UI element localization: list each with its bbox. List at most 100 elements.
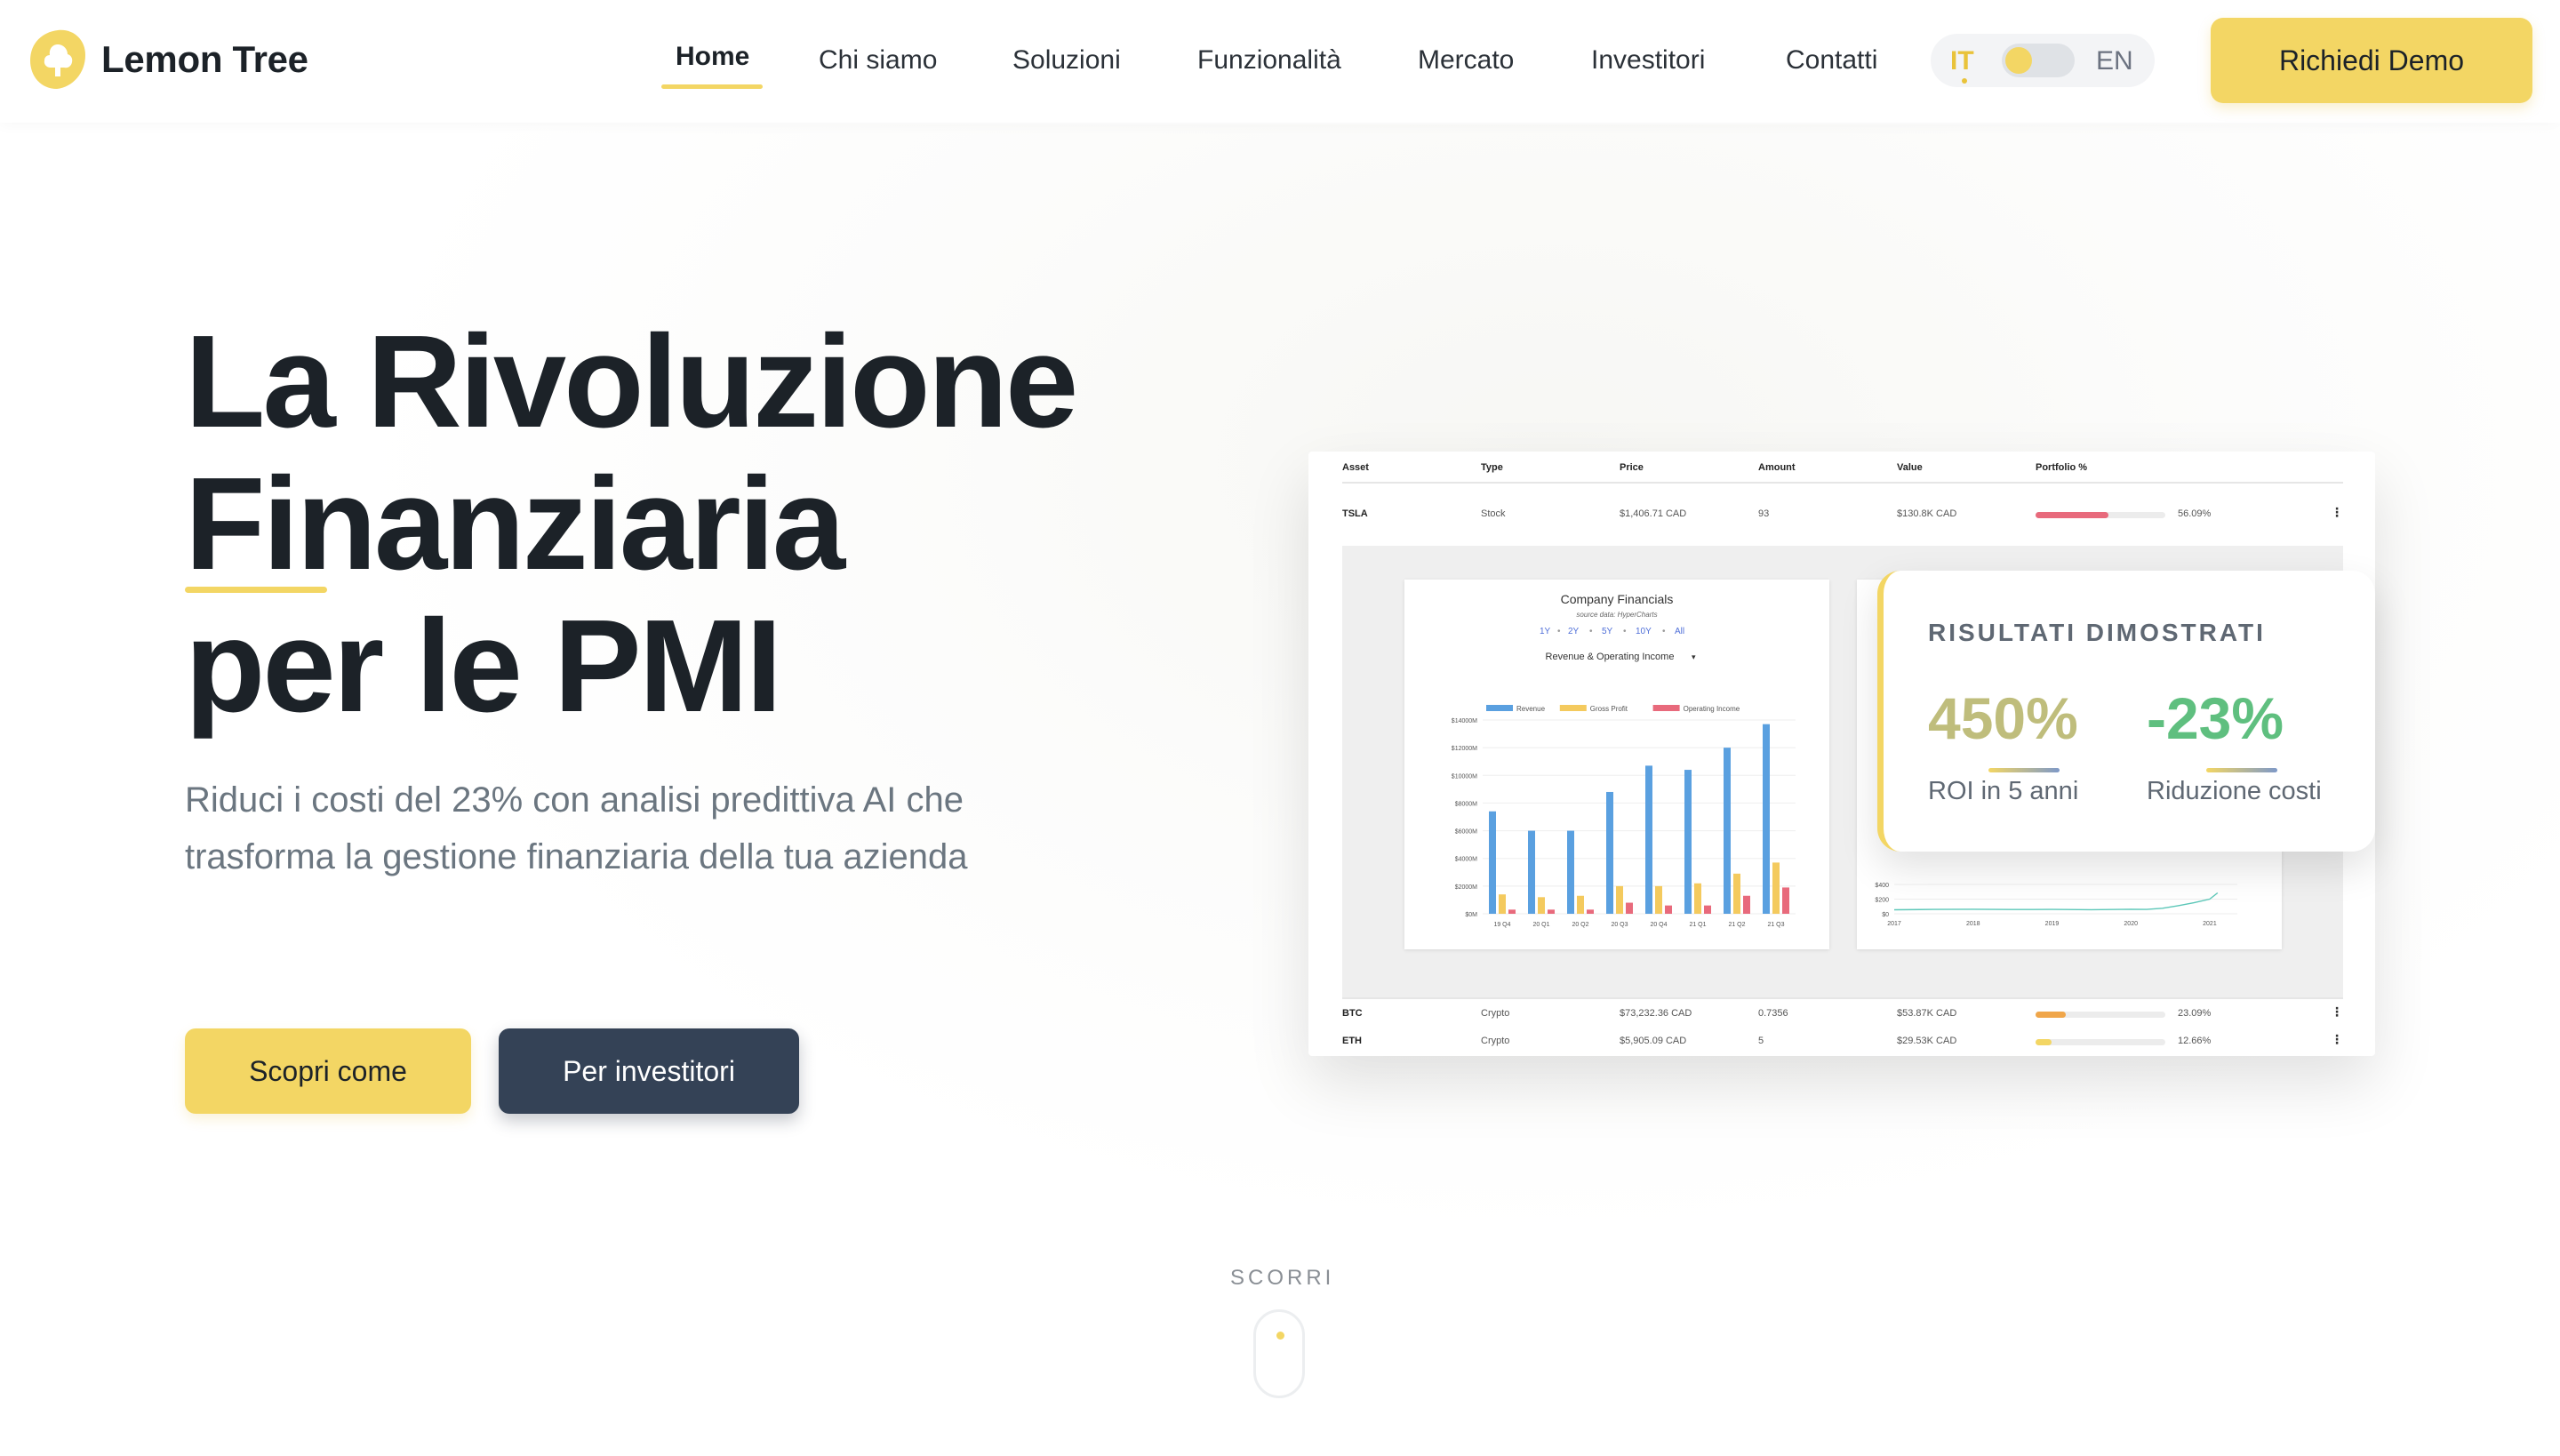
bar-gross-profit (1694, 883, 1701, 914)
portfolio-bar (2036, 1039, 2165, 1045)
x-tick-label: 20 Q3 (1611, 922, 1628, 928)
row-asset: TSLA (1342, 508, 1368, 519)
bar-operating-income (1548, 909, 1555, 914)
lang-switch-knob (2005, 47, 2032, 74)
bar-gross-profit (1538, 897, 1545, 914)
y-tick-label: $400 (1875, 883, 1889, 889)
col-header-value: Value (1897, 462, 1923, 473)
bar-operating-income (1587, 909, 1594, 914)
range-selector[interactable]: 1Y 2Y 5Y 10Y All • • • • (1540, 627, 1684, 636)
hero-title: La Rivoluzione Finanziaria per le PMI (185, 311, 1078, 740)
x-tick-label: 21 Q1 (1689, 922, 1706, 928)
more-vertical-icon[interactable]: ⋮ (2331, 1004, 2343, 1020)
lang-en-label[interactable]: EN (2096, 46, 2133, 76)
bar-revenue (1567, 830, 1574, 914)
portfolio-bar (2036, 512, 2165, 518)
legend-swatch (1559, 705, 1587, 711)
x-tick-label: 19 Q4 (1493, 922, 1510, 928)
range-all[interactable]: All (1675, 627, 1684, 636)
bar-revenue (1528, 830, 1535, 914)
bar-gross-profit (1499, 894, 1506, 914)
row-amount: 5 (1758, 1036, 1764, 1046)
nav-chi-siamo[interactable]: Chi siamo (819, 44, 937, 76)
row-type: Crypto (1481, 1008, 1510, 1019)
x-tick-label: 2018 (1966, 921, 1980, 927)
row-type: Stock (1481, 508, 1506, 519)
legend-label: Gross Profit (1590, 705, 1628, 713)
y-tick-label: $200 (1875, 898, 1889, 904)
row-type: Crypto (1481, 1036, 1510, 1046)
page: Lemon Tree Home Chi siamo Soluzioni Funz… (0, 0, 2560, 1456)
bar-gross-profit (1772, 862, 1780, 914)
lang-switch[interactable] (2002, 44, 2075, 77)
investors-button[interactable]: Per investitori (499, 1028, 799, 1114)
metric-dropdown[interactable]: Revenue & Operating Income (1546, 652, 1675, 662)
bar-gross-profit (1655, 885, 1662, 914)
scroll-mouse-icon[interactable] (1253, 1309, 1305, 1398)
company-financials-card: Company Financials source data: HyperCha… (1404, 580, 1829, 949)
range-separator-dot: • (1557, 627, 1561, 636)
portfolio-bar-fill (2036, 512, 2108, 518)
more-vertical-icon[interactable]: ⋮ (2331, 1032, 2343, 1047)
discover-button[interactable]: Scopri come (185, 1028, 471, 1114)
y-tick-label: $2000M (1455, 884, 1477, 891)
header-divider (1342, 482, 2343, 484)
results-card: RISULTATI DIMOSTRATI 450% ROI in 5 anni … (1877, 571, 2375, 852)
y-tick-label: $14000M (1452, 718, 1477, 724)
col-header-amount: Amount (1758, 462, 1796, 473)
legend-label: Operating Income (1684, 705, 1740, 713)
range-1y[interactable]: 1Y (1540, 627, 1551, 636)
nav-funzionalita[interactable]: Funzionalità (1197, 44, 1341, 76)
nav-contatti[interactable]: Contatti (1786, 44, 1877, 76)
nav-active-indicator (661, 84, 763, 89)
nav-soluzioni[interactable]: Soluzioni (1012, 44, 1121, 76)
site-header: Lemon Tree Home Chi siamo Soluzioni Funz… (0, 0, 2560, 123)
x-tick-label: 21 Q2 (1728, 922, 1745, 928)
brand-logo[interactable]: Lemon Tree (27, 27, 308, 92)
col-header-price: Price (1620, 462, 1644, 473)
nav-mercato[interactable]: Mercato (1418, 44, 1514, 76)
legend-swatch (1652, 705, 1680, 711)
col-header-portfolio: Portfolio % (2036, 462, 2088, 473)
roi-value: 450% (1928, 685, 2078, 751)
range-separator-dot: • (1662, 627, 1666, 636)
brand-name: Lemon Tree (101, 38, 308, 80)
nav-home[interactable]: Home (676, 41, 749, 73)
bar-revenue (1606, 791, 1613, 914)
bar-operating-income (1626, 902, 1633, 914)
chart-title: Company Financials (1561, 592, 1674, 606)
bar-operating-income (1665, 905, 1672, 914)
row-asset: ETH (1342, 1036, 1362, 1046)
lang-it-label[interactable]: IT (1950, 46, 1974, 76)
range-separator-dot: • (1589, 627, 1593, 636)
lemon-tree-logo-icon (30, 29, 85, 89)
bar-operating-income (1782, 887, 1789, 914)
x-tick-label: 20 Q1 (1532, 922, 1549, 928)
bar-gross-profit (1577, 895, 1584, 914)
results-title: RISULTATI DIMOSTRATI (1928, 619, 2266, 646)
more-vertical-icon[interactable]: ⋮ (2331, 505, 2343, 520)
y-tick-label: $0M (1465, 912, 1477, 918)
scroll-label: SCORRI (1230, 1266, 1335, 1290)
range-5y[interactable]: 5Y (1602, 627, 1613, 636)
title-accent-underline (185, 587, 327, 593)
x-tick-label: 20 Q2 (1572, 922, 1588, 928)
hero-title-line-2: Finanziaria (185, 451, 845, 597)
row-value: $130.8K CAD (1897, 508, 1957, 519)
bar-revenue (1724, 748, 1731, 914)
bar-revenue (1763, 724, 1770, 914)
language-toggle[interactable]: IT EN (1931, 34, 2155, 87)
nav-investitori[interactable]: Investitori (1591, 44, 1705, 76)
portfolio-bar-fill (2036, 1039, 2052, 1045)
request-demo-button[interactable]: Richiedi Demo (2211, 18, 2532, 103)
portfolio-bar-fill (2036, 1012, 2066, 1018)
row-portfolio: 23.09% (2178, 1008, 2212, 1019)
y-tick-label: $4000M (1455, 857, 1477, 863)
lang-active-dot (1962, 78, 1967, 84)
col-header-type: Type (1481, 462, 1503, 473)
x-tick-label: 20 Q4 (1650, 922, 1667, 928)
chevron-down-icon[interactable]: ▾ (1692, 652, 1696, 661)
range-10y[interactable]: 10Y (1636, 627, 1652, 636)
hero-title-line-3: per le PMI (185, 593, 782, 740)
range-2y[interactable]: 2Y (1568, 627, 1580, 636)
